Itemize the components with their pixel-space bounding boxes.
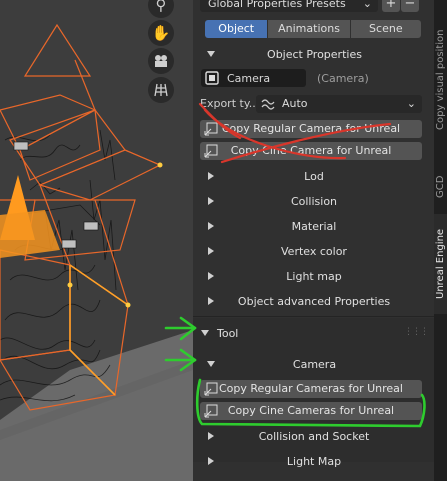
copy-cine-cameras-button[interactable]: Copy Cine Cameras for Unreal bbox=[200, 402, 422, 420]
object-properties-title: Object Properties bbox=[267, 47, 362, 61]
copy-camera-icon bbox=[204, 404, 218, 418]
section-object-advanced-properties[interactable]: Object advanced Properties bbox=[193, 290, 434, 312]
copy-cine-camera-button[interactable]: Copy Cine Camera for Unreal bbox=[200, 142, 422, 160]
global-properties-presets-dropdown[interactable]: Global Properties Presets ⌄ bbox=[200, 0, 378, 12]
camera-subpanel-title: Camera bbox=[292, 357, 337, 371]
section-label: Lod bbox=[304, 169, 324, 183]
terrain-wireframe bbox=[0, 129, 117, 402]
camera-view-icon[interactable] bbox=[148, 48, 174, 74]
tab-animations[interactable]: Animations bbox=[268, 20, 350, 38]
3d-viewport[interactable]: ⚲ ✋ bbox=[0, 0, 193, 481]
copy-camera-icon bbox=[204, 382, 218, 396]
section-collision-and-socket[interactable]: Collision and Socket bbox=[193, 425, 434, 447]
grid-view-icon[interactable] bbox=[148, 77, 174, 103]
copy-regular-cameras-label: Copy Regular Cameras for Unreal bbox=[219, 382, 403, 395]
chevron-down-icon: ⌄ bbox=[362, 0, 372, 10]
remove-preset-button[interactable]: − bbox=[401, 0, 419, 12]
object-name-value: Camera bbox=[227, 71, 271, 85]
section-label: Object advanced Properties bbox=[237, 294, 391, 308]
section-material[interactable]: Material bbox=[193, 215, 434, 237]
presets-label: Global Properties Presets bbox=[208, 0, 346, 10]
object-properties-header[interactable]: Object Properties bbox=[193, 43, 434, 65]
section-tool-light-map[interactable]: Light Map bbox=[193, 450, 434, 472]
section-vertex-color[interactable]: Vertex color bbox=[193, 240, 434, 262]
section-label: Collision and Socket bbox=[258, 429, 370, 443]
camera-subpanel-header[interactable]: Camera bbox=[193, 353, 434, 375]
tab-scene[interactable]: Scene bbox=[350, 20, 421, 38]
object-type-label: (Camera) bbox=[317, 72, 369, 85]
copy-regular-camera-button[interactable]: Copy Regular Camera for Unreal bbox=[200, 120, 422, 138]
copy-camera-icon bbox=[204, 144, 218, 158]
hand-pan-icon[interactable]: ✋ bbox=[148, 20, 174, 46]
section-label: Light map bbox=[286, 269, 342, 283]
camera-icon bbox=[205, 71, 219, 85]
copy-regular-camera-label: Copy Regular Camera for Unreal bbox=[221, 122, 401, 135]
add-preset-button[interactable]: + bbox=[382, 0, 400, 12]
tool-title: Tool bbox=[217, 326, 239, 340]
section-label: Light Map bbox=[286, 454, 342, 468]
wave-icon bbox=[261, 99, 275, 110]
copy-regular-cameras-button[interactable]: Copy Regular Cameras for Unreal bbox=[200, 380, 422, 398]
copy-cine-camera-label: Copy Cine Camera for Unreal bbox=[230, 144, 392, 157]
drag-handle-icon[interactable]: ⋮⋮⋮ bbox=[404, 327, 429, 337]
section-label: Collision bbox=[290, 194, 338, 208]
export-type-dropdown[interactable]: Auto ⌄ bbox=[256, 95, 422, 113]
object-name-field[interactable]: Camera bbox=[201, 69, 306, 87]
chevron-down-icon: ⌄ bbox=[406, 97, 416, 110]
sidebar-tab-strip: Copy visual position GCD Unreal Engine bbox=[434, 0, 447, 481]
chevron-down-icon bbox=[207, 361, 215, 367]
panel-divider bbox=[193, 316, 434, 317]
chevron-down-icon bbox=[207, 51, 215, 57]
section-lod[interactable]: Lod bbox=[193, 165, 434, 187]
chevron-down-icon bbox=[201, 330, 209, 336]
tab-object[interactable]: Object bbox=[205, 20, 268, 38]
section-label: Material bbox=[291, 219, 337, 233]
copy-camera-icon bbox=[204, 122, 218, 136]
tab-gcd[interactable]: GCD bbox=[434, 162, 447, 212]
export-type-value: Auto bbox=[282, 97, 308, 110]
section-label: Vertex color bbox=[281, 244, 347, 258]
side-panel: Global Properties Presets ⌄ + − Object A… bbox=[193, 0, 434, 481]
tab-unreal-engine[interactable]: Unreal Engine bbox=[434, 214, 447, 314]
tool-panel-header[interactable]: Tool ⋮⋮⋮ bbox=[193, 322, 434, 344]
section-light-map[interactable]: Light map bbox=[193, 265, 434, 287]
tab-copy-visual-position[interactable]: Copy visual position bbox=[434, 0, 447, 160]
export-type-label: Export ty... bbox=[200, 97, 260, 110]
copy-cine-cameras-label: Copy Cine Cameras for Unreal bbox=[227, 404, 395, 417]
section-collision[interactable]: Collision bbox=[193, 190, 434, 212]
property-tabs: Object Animations Scene bbox=[205, 20, 421, 38]
